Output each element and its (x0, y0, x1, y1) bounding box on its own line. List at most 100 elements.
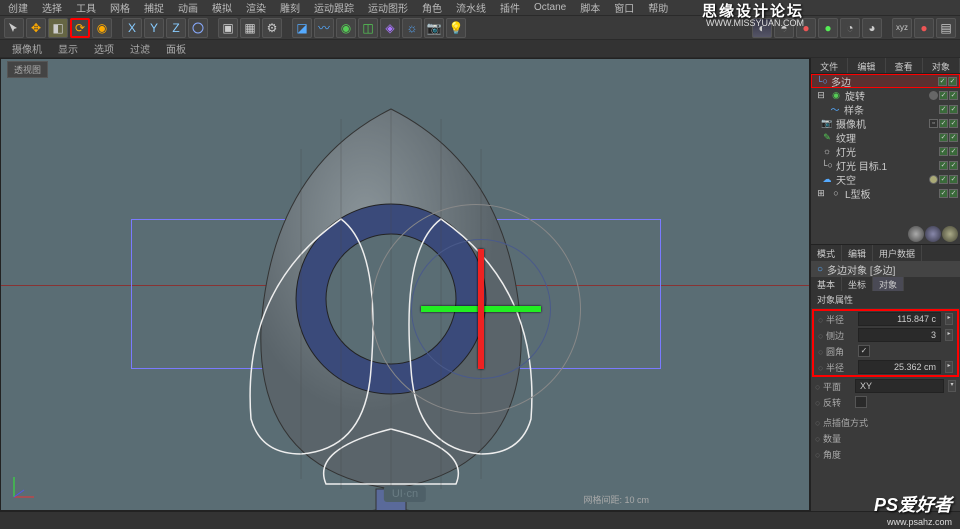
subtab-coord[interactable]: 坐标 (842, 277, 873, 291)
radius2-input[interactable]: 25.362 cm (858, 360, 941, 374)
prim-spline[interactable]: 〰 (314, 18, 334, 38)
menu-mesh[interactable]: 网格 (110, 0, 130, 15)
tree-item-camera[interactable]: 📷 摄像机 ▫✓✓ (811, 116, 960, 130)
prim-generator[interactable]: ◫ (358, 18, 378, 38)
vis-editor[interactable]: ✓ (939, 105, 948, 114)
vp-options[interactable]: 选项 (94, 41, 114, 56)
menu-anim[interactable]: 动画 (178, 0, 198, 15)
om-tab-edit[interactable]: 编辑 (848, 58, 885, 73)
render-full[interactable]: ▦ (240, 18, 260, 38)
prim-nurbs[interactable]: ◉ (336, 18, 356, 38)
vis-editor[interactable]: ✓ (939, 91, 948, 100)
axis-z[interactable]: Z (166, 18, 186, 38)
vis-editor[interactable]: ✓ (939, 147, 948, 156)
menu-select[interactable]: 选择 (42, 0, 62, 15)
menu-pipeline[interactable]: 流水线 (456, 0, 486, 15)
tool-select[interactable] (4, 18, 24, 38)
menu-mograph[interactable]: 运动图形 (368, 0, 408, 15)
attr-tab-userdata[interactable]: 用户数据 (873, 245, 922, 261)
tree-item-lshape[interactable]: ⊞ ○ L型板 ✓✓ (811, 186, 960, 200)
vis-render[interactable]: ✓ (949, 105, 958, 114)
menu-window[interactable]: 窗口 (614, 0, 634, 15)
material-1[interactable] (908, 226, 924, 242)
layout-btn3[interactable]: ▤ (936, 18, 956, 38)
axis-y[interactable]: Y (144, 18, 164, 38)
prim-camera[interactable]: 📷 (424, 18, 444, 38)
prim-light[interactable]: 💡 (446, 18, 466, 38)
menu-sculpt[interactable]: 雕刻 (280, 0, 300, 15)
material-2[interactable] (925, 226, 941, 242)
menu-create[interactable]: 创建 (8, 0, 28, 15)
cam-active[interactable]: ▫ (929, 119, 938, 128)
gizmo-y-axis[interactable] (478, 249, 484, 369)
vis-render[interactable]: ✓ (949, 147, 958, 156)
oct-btn5[interactable]: ◔ (840, 18, 860, 38)
subtab-basic[interactable]: 基本 (811, 277, 842, 291)
vis-editor[interactable]: ✓ (939, 161, 948, 170)
spinner-icon[interactable]: ▸ (945, 361, 953, 373)
om-tab-file[interactable]: 文件 (811, 58, 848, 73)
menu-tracking[interactable]: 运动跟踪 (314, 0, 354, 15)
tree-item-sky[interactable]: ☁ 天空 ✓✓ (811, 172, 960, 186)
tree-item-lathe[interactable]: ⊟ ◉ 旋转 ✓✓ (811, 88, 960, 102)
vis-render[interactable]: ✓ (949, 119, 958, 128)
round-checkbox[interactable]: ✓ (858, 345, 870, 357)
tree-item-light-target[interactable]: └○ 灯光 目标.1 ✓✓ (811, 158, 960, 172)
tool-scale[interactable]: ◧ (48, 18, 68, 38)
viewport-tab[interactable]: 透视图 (7, 61, 48, 78)
om-tab-object[interactable]: 对象 (923, 58, 960, 73)
menu-plugins[interactable]: 插件 (500, 0, 520, 15)
menu-char[interactable]: 角色 (422, 0, 442, 15)
expand-icon[interactable]: ⊞ (815, 187, 827, 199)
vis-editor[interactable]: ✓ (939, 175, 948, 184)
reverse-checkbox[interactable] (855, 396, 867, 408)
oct-btn6[interactable]: ◕ (862, 18, 882, 38)
vis-editor[interactable]: ✓ (939, 189, 948, 198)
axis-x[interactable]: X (122, 18, 142, 38)
expand-icon[interactable]: ⊟ (815, 89, 827, 101)
vp-panel[interactable]: 面板 (166, 41, 186, 56)
spinner-icon[interactable]: ▸ (945, 329, 953, 341)
menu-snap[interactable]: 捕捉 (144, 0, 164, 15)
vp-camera[interactable]: 摄像机 (12, 41, 42, 56)
prim-env[interactable]: ☼ (402, 18, 422, 38)
vis-dot[interactable] (929, 91, 938, 100)
vis-render[interactable]: ✓ (949, 189, 958, 198)
vis-editor[interactable]: ✓ (939, 119, 948, 128)
layout-btn1[interactable]: xyz (892, 18, 912, 38)
viewport[interactable]: 透视图 网格间距: 10 cm UI·cn (0, 58, 810, 511)
layout-btn2[interactable]: ● (914, 18, 934, 38)
menu-sim[interactable]: 模拟 (212, 0, 232, 15)
tool-move[interactable]: ✥ (26, 18, 46, 38)
mat-tag[interactable] (929, 175, 938, 184)
menu-render[interactable]: 渲染 (246, 0, 266, 15)
material-3[interactable] (942, 226, 958, 242)
menu-script[interactable]: 脚本 (580, 0, 600, 15)
render-view[interactable]: ▣ (218, 18, 238, 38)
tree-item-texture[interactable]: ✎ 纹理 ✓✓ (811, 130, 960, 144)
vis-editor[interactable]: ✓ (938, 77, 947, 86)
prim-deformer[interactable]: ◈ (380, 18, 400, 38)
object-tree[interactable]: └○ 多边 ✓✓ ⊟ ◉ 旋转 ✓✓ 〜 样条 ✓✓ 📷 摄像机 ▫✓✓ ✎ 纹… (811, 74, 960, 224)
render-settings[interactable]: ⚙ (262, 18, 282, 38)
vis-editor[interactable]: ✓ (939, 133, 948, 142)
om-tab-view[interactable]: 查看 (886, 58, 923, 73)
spinner-icon[interactable]: ▸ (945, 313, 953, 325)
plane-select[interactable]: XY (855, 379, 944, 393)
prim-cube[interactable]: ◪ (292, 18, 312, 38)
vis-render[interactable]: ✓ (949, 133, 958, 142)
vis-render[interactable]: ✓ (948, 77, 957, 86)
vp-display[interactable]: 显示 (58, 41, 78, 56)
vis-render[interactable]: ✓ (949, 175, 958, 184)
vis-render[interactable]: ✓ (949, 91, 958, 100)
subtab-object[interactable]: 对象 (873, 277, 904, 291)
tree-item-light[interactable]: ☼ 灯光 ✓✓ (811, 144, 960, 158)
vis-render[interactable]: ✓ (949, 161, 958, 170)
attr-tab-mode[interactable]: 模式 (811, 245, 842, 261)
oct-btn4[interactable]: ● (818, 18, 838, 38)
tree-item-polygon[interactable]: └○ 多边 ✓✓ (811, 74, 960, 88)
sides-input[interactable]: 3 (858, 328, 941, 342)
radius-input[interactable]: 115.847 c (858, 312, 941, 326)
tool-lastused[interactable]: ◉ (92, 18, 112, 38)
menu-octane[interactable]: Octane (534, 2, 566, 13)
